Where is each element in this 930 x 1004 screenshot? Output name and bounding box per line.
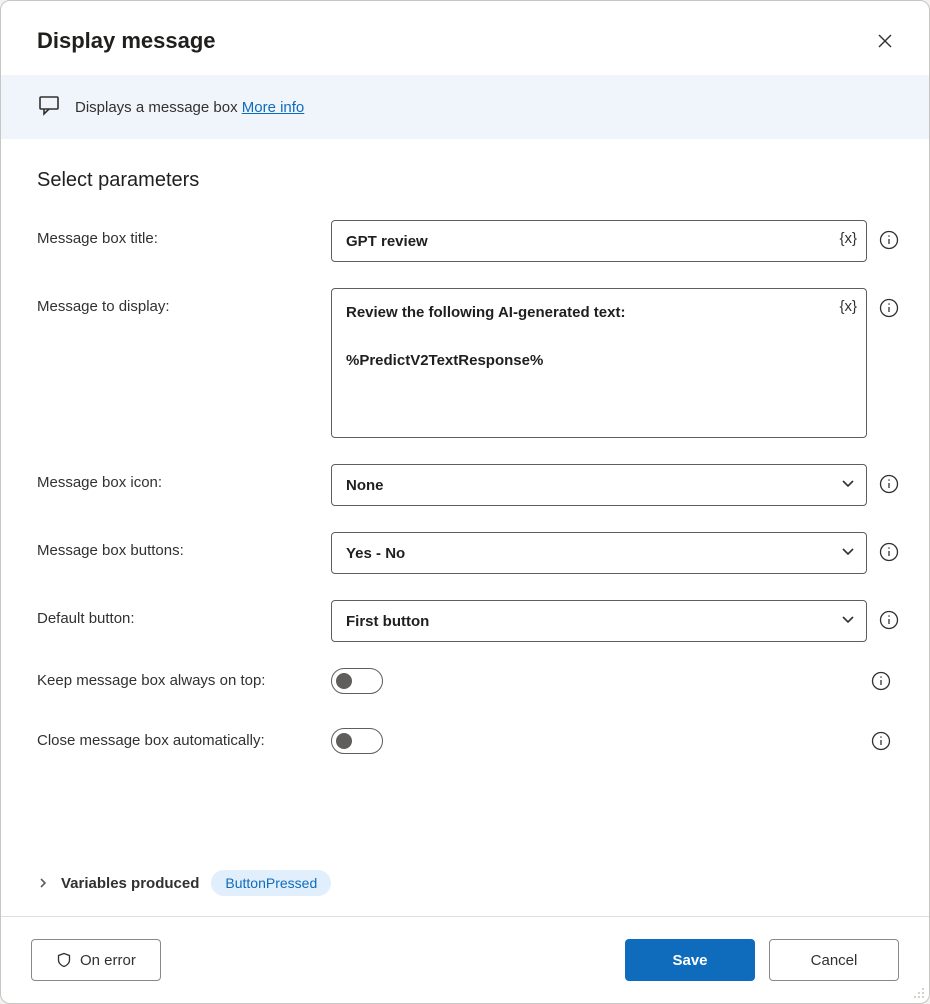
dialog-header: Display message (1, 1, 929, 75)
always-on-top-toggle[interactable] (331, 668, 383, 694)
message-to-display-input[interactable]: Review the following AI-generated text: … (331, 288, 867, 438)
close-button[interactable] (869, 25, 901, 57)
dialog-title: Display message (37, 28, 216, 54)
field-auto-close: Close message box automatically: (37, 728, 893, 754)
default-button-select[interactable]: First button (331, 600, 867, 642)
field-label: Message box icon: (37, 464, 319, 491)
field-label: Message box buttons: (37, 532, 319, 559)
variables-produced-row: Variables produced ButtonPressed (1, 864, 929, 916)
info-icon[interactable] (871, 731, 893, 753)
info-icon[interactable] (879, 474, 901, 496)
toggle-knob (336, 733, 352, 749)
resize-grip[interactable] (911, 985, 925, 999)
chevron-right-icon (37, 877, 49, 889)
info-icon[interactable] (871, 671, 893, 693)
shield-icon (56, 952, 72, 968)
message-box-icon-select[interactable]: None (331, 464, 867, 506)
message-box-buttons-select[interactable]: Yes - No (331, 532, 867, 574)
on-error-button[interactable]: On error (31, 939, 161, 981)
insert-variable-button[interactable]: {x} (839, 230, 857, 247)
toggle-knob (336, 673, 352, 689)
field-message-box-buttons: Message box buttons: Yes - No (37, 532, 893, 574)
field-label: Keep message box always on top: (37, 668, 319, 689)
variable-pill[interactable]: ButtonPressed (211, 870, 331, 896)
message-icon (37, 93, 61, 121)
info-icon[interactable] (879, 230, 901, 252)
variables-produced-label: Variables produced (61, 875, 199, 892)
expand-variables-button[interactable] (37, 877, 49, 889)
cancel-button[interactable]: Cancel (769, 939, 899, 981)
field-label: Message box title: (37, 220, 319, 247)
parameters-section: Select parameters Message box title: {x}… (1, 139, 929, 864)
field-message-box-title: Message box title: {x} (37, 220, 893, 262)
field-always-on-top: Keep message box always on top: (37, 668, 893, 694)
auto-close-toggle[interactable] (331, 728, 383, 754)
info-icon[interactable] (879, 542, 901, 564)
field-message-to-display: Message to display: Review the following… (37, 288, 893, 438)
insert-variable-button[interactable]: {x} (839, 298, 857, 315)
info-icon[interactable] (879, 610, 901, 632)
section-title: Select parameters (37, 169, 893, 192)
field-default-button: Default button: First button (37, 600, 893, 642)
description-bar: Displays a message box More info (1, 75, 929, 139)
description-text: Displays a message box More info (75, 99, 304, 116)
more-info-link[interactable]: More info (242, 99, 305, 116)
dialog-footer: On error Save Cancel (1, 916, 929, 1003)
save-button[interactable]: Save (625, 939, 755, 981)
field-label: Default button: (37, 600, 319, 627)
close-icon (877, 33, 893, 49)
field-label: Close message box automatically: (37, 728, 319, 749)
info-icon[interactable] (879, 298, 901, 320)
field-message-box-icon: Message box icon: None (37, 464, 893, 506)
field-label: Message to display: (37, 288, 319, 315)
display-message-dialog: Display message Displays a message box M… (0, 0, 930, 1004)
message-box-title-input[interactable] (331, 220, 867, 262)
